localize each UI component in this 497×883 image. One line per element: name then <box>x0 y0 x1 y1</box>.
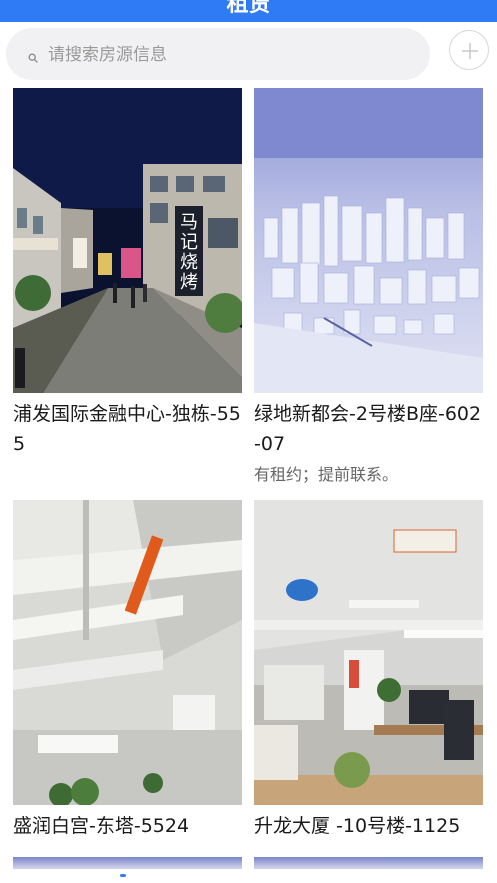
tab-indicator-icon <box>120 874 126 877</box>
svg-text:烧: 烧 <box>180 252 198 273</box>
svg-text:烤: 烤 <box>180 272 198 293</box>
listing-title[interactable]: 绿地新都会-2号楼B座-602-07 <box>254 399 483 459</box>
svg-text:记: 记 <box>180 232 198 253</box>
add-listing-button[interactable] <box>449 30 489 70</box>
listing-title[interactable]: 升龙大厦 -10号楼-1125 <box>254 811 483 841</box>
listing-image[interactable] <box>254 500 483 805</box>
search-row <box>0 22 497 86</box>
listing-image[interactable] <box>254 88 483 393</box>
listing-note: 有租约；提前联系。 <box>254 465 399 484</box>
svg-text:马: 马 <box>180 212 198 233</box>
search-icon <box>28 48 38 63</box>
plus-icon <box>462 43 478 59</box>
listing-image[interactable]: 马 记 烧 烤 <box>13 88 242 393</box>
listing-image[interactable] <box>13 500 242 805</box>
search-bar[interactable] <box>6 28 430 80</box>
listing-title[interactable]: 盛润白宫-东塔-5524 <box>13 811 242 841</box>
app-screen: 租赁 请搜索房源信息 马 记 烧 烤 浦发国际金融中心-独栋-555 绿地新都会… <box>0 0 497 883</box>
search-input[interactable] <box>46 40 420 70</box>
top-header: 租赁 <box>0 0 497 22</box>
page-title: 租赁 <box>226 0 271 17</box>
bottom-tab-bar <box>0 869 497 883</box>
listing-title[interactable]: 浦发国际金融中心-独栋-555 <box>13 399 242 459</box>
